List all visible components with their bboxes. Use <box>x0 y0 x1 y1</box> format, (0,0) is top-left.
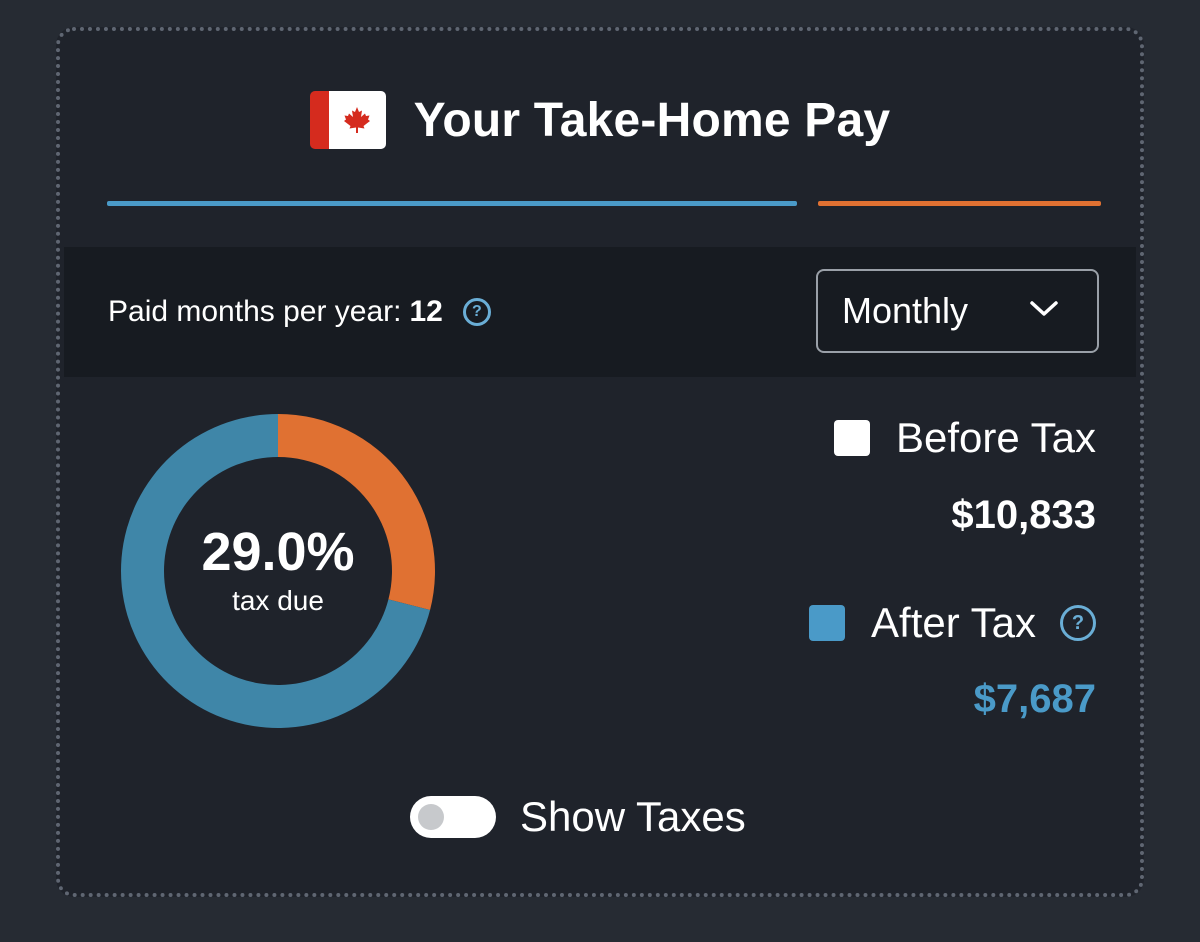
pay-frequency-value: Monthly <box>842 290 969 331</box>
header: Your Take-Home Pay <box>60 91 1140 149</box>
chevron-down-icon <box>1030 301 1058 316</box>
paid-months-info: Paid months per year: 12 ? <box>108 295 491 329</box>
after-tax-label: After Tax <box>871 599 1036 646</box>
donut-center: 29.0% tax due <box>120 413 436 729</box>
help-icon[interactable]: ? <box>1060 605 1096 641</box>
toggle-knob <box>418 804 444 830</box>
after-tax-amount: $7,687 <box>973 677 1096 721</box>
paid-months-value: 12 <box>409 295 443 328</box>
legend-before-tax: Before Tax <box>833 414 1096 462</box>
paid-months-label: Paid months per year: <box>108 295 402 328</box>
help-icon[interactable]: ? <box>462 298 491 326</box>
take-home-pay-card: Your Take-Home Pay Paid months per year:… <box>56 27 1144 897</box>
tax-ratio-bar <box>818 201 1101 206</box>
before-tax-swatch <box>833 420 870 456</box>
pay-frequency-select[interactable]: Monthly <box>816 269 1099 353</box>
after-tax-swatch <box>809 605 846 641</box>
after-tax-ratio-bar <box>107 201 797 206</box>
show-taxes-row: Show Taxes <box>410 793 746 841</box>
show-taxes-label: Show Taxes <box>520 793 746 840</box>
tax-percentage-label: tax due <box>232 585 324 616</box>
pay-settings-bar: Paid months per year: 12 ? Monthly <box>64 247 1136 377</box>
page-title: Your Take-Home Pay <box>413 93 891 147</box>
before-tax-amount: $10,833 <box>951 493 1096 537</box>
tax-percentage: 29.0% <box>201 522 355 582</box>
show-taxes-toggle[interactable] <box>410 796 496 838</box>
legend-after-tax: After Tax ? <box>809 599 1096 647</box>
before-tax-label: Before Tax <box>895 414 1096 461</box>
canada-flag-icon <box>309 91 386 149</box>
